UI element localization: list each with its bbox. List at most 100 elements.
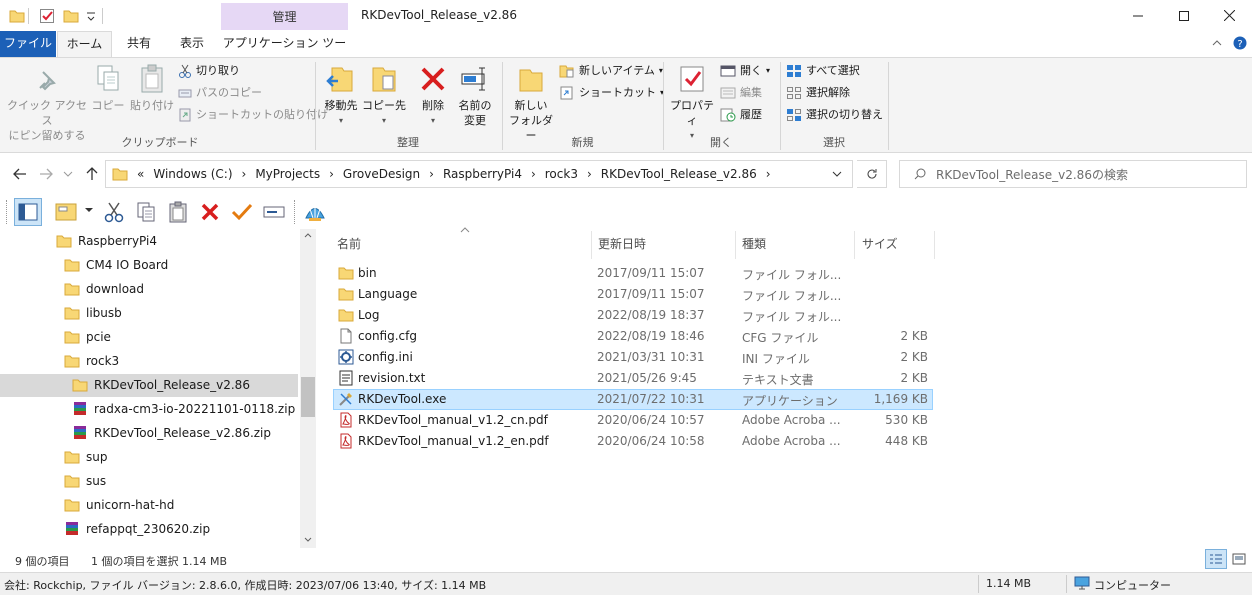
address-overflow[interactable]: « (137, 167, 144, 181)
open-button[interactable]: 開く ▾ (720, 61, 770, 81)
file-row-config-ini[interactable]: config.ini 2021/03/31 10:31 INI ファイル 2 K… (333, 347, 933, 368)
up-arrow-icon[interactable] (80, 158, 104, 190)
new-folder-icon[interactable] (63, 8, 79, 24)
tab-share[interactable]: 共有 (116, 31, 162, 57)
properties-icon[interactable] (39, 8, 55, 24)
tree-item-libusb[interactable]: libusb (64, 301, 122, 325)
address-bar[interactable]: « Windows (C:) › MyProjects › GroveDesig… (105, 160, 853, 188)
breadcrumb-raspberrypi4[interactable]: RaspberryPi4 (443, 167, 522, 181)
tree-item-sus[interactable]: sus (64, 469, 106, 493)
delete-button[interactable]: 削除 ▾ (414, 64, 452, 128)
select-none-button[interactable]: 選択解除 (786, 83, 850, 103)
tree-item-unicorn-hat-hd[interactable]: unicorn-hat-hd (64, 493, 174, 517)
tree-item-radxa-zip[interactable]: radxa-cm3-io-20221101-0118.zip (72, 397, 295, 421)
breadcrumb-rock3[interactable]: rock3 (545, 167, 578, 181)
column-header-date[interactable]: 更新日時 (598, 235, 646, 252)
forward-arrow-icon[interactable] (34, 158, 58, 190)
column-header-name[interactable]: 名前 (337, 235, 361, 252)
breadcrumb-myprojects[interactable]: MyProjects (255, 167, 320, 181)
navigation-pane-toggle-icon[interactable] (14, 198, 42, 226)
breadcrumb-separator-icon[interactable]: › (242, 167, 247, 181)
tree-item-pcie[interactable]: pcie (64, 325, 111, 349)
tab-view[interactable]: 表示 (167, 31, 217, 57)
breadcrumb-windows-c[interactable]: Windows (C:) (153, 167, 232, 181)
breadcrumb-current-folder[interactable]: RKDevTool_Release_v2.86 (601, 167, 757, 181)
tree-item-raspberrypi4[interactable]: RaspberryPi4 (56, 229, 157, 253)
paste-button[interactable]: 貼り付け (128, 64, 176, 113)
file-type: ファイル フォル... (742, 310, 842, 324)
history-button[interactable]: 履歴 (720, 105, 762, 125)
checkmark-icon[interactable] (228, 198, 256, 226)
address-history-chevron-icon[interactable] (832, 170, 842, 178)
shell-icon[interactable] (301, 198, 329, 226)
column-header-size[interactable]: サイズ (862, 235, 898, 252)
file-row-bin[interactable]: bin 2017/09/11 15:07 ファイル フォル... (333, 263, 933, 284)
rename-button[interactable]: 名前の 変更 (454, 64, 496, 128)
tab-home[interactable]: ホーム (57, 31, 112, 58)
tree-item-refappqt-zip[interactable]: refappqt_230620.zip (64, 517, 210, 541)
scroll-down-icon[interactable] (304, 537, 312, 543)
cut-button[interactable]: 切り取り (178, 61, 240, 81)
help-icon[interactable]: ? (1233, 36, 1247, 50)
tree-item-rkdevtool-zip[interactable]: RKDevTool_Release_v2.86.zip (72, 421, 271, 445)
layout-icon[interactable] (52, 198, 80, 226)
copy-icon[interactable] (132, 198, 160, 226)
copy-button[interactable]: コピー (90, 64, 126, 113)
rename-field-icon[interactable] (260, 198, 288, 226)
copy-to-button[interactable]: コピー先 ▾ (362, 64, 406, 128)
file-row-config-cfg[interactable]: config.cfg 2022/08/19 18:46 CFG ファイル 2 K… (333, 326, 933, 347)
tree-item-cm4-io-board[interactable]: CM4 IO Board (64, 253, 168, 277)
breadcrumb-separator-icon[interactable]: › (329, 167, 334, 181)
file-row-revision-txt[interactable]: revision.txt 2021/05/26 9:45 テキスト文書 2 KB (333, 368, 933, 389)
recent-locations-chevron-icon[interactable] (56, 158, 80, 190)
file-row-language[interactable]: Language 2017/09/11 15:07 ファイル フォル... (333, 284, 933, 305)
file-row-manual-en-pdf[interactable]: RKDevTool_manual_v1.2_en.pdf 2020/06/24 … (333, 431, 933, 452)
customize-qat-chevron-icon[interactable] (86, 10, 96, 22)
paste-icon[interactable] (164, 198, 192, 226)
pin-to-quick-access-button[interactable]: クイック アクセス にピン留めする (4, 68, 90, 143)
tab-file[interactable]: ファイル (0, 31, 56, 57)
properties-button[interactable]: プロパティ ▾ (667, 64, 717, 143)
move-to-button[interactable]: 移動先 ▾ (320, 64, 362, 128)
refresh-button[interactable] (857, 160, 887, 188)
breadcrumb-grovedesign[interactable]: GroveDesign (343, 167, 420, 181)
ribbon-collapse-icon[interactable] (1210, 36, 1224, 50)
column-header-type[interactable]: 種類 (742, 235, 766, 252)
shortcut-button[interactable]: ショートカット ▾ (559, 83, 664, 103)
delete-x-icon[interactable] (196, 198, 224, 226)
minimize-button[interactable] (1115, 0, 1161, 31)
paste-shortcut-button[interactable]: ショートカットの貼り付け (178, 105, 328, 125)
tree-item-rock3[interactable]: rock3 (64, 349, 119, 373)
breadcrumb-separator-icon[interactable]: › (587, 167, 592, 181)
tree-item-rkdevtool-release[interactable]: RKDevTool_Release_v2.86 (72, 373, 250, 397)
file-row-manual-cn-pdf[interactable]: RKDevTool_manual_v1.2_cn.pdf 2020/06/24 … (333, 410, 933, 431)
close-button[interactable] (1206, 0, 1252, 31)
copy-path-button[interactable]: パスのコピー (178, 83, 262, 103)
tree-item-sup[interactable]: sup (64, 445, 107, 469)
back-arrow-icon[interactable] (8, 158, 32, 190)
shortcut-icon (559, 86, 575, 100)
cut-scissors-icon[interactable] (100, 198, 128, 226)
file-row-log[interactable]: Log 2022/08/19 18:37 ファイル フォル... (333, 305, 933, 326)
breadcrumb-separator-icon[interactable]: › (766, 167, 771, 181)
layout-chevron-icon[interactable] (85, 206, 93, 214)
maximize-button[interactable] (1161, 0, 1207, 31)
scroll-up-icon[interactable] (304, 232, 312, 238)
scrollbar-thumb[interactable] (301, 377, 315, 417)
breadcrumb-separator-icon[interactable]: › (531, 167, 536, 181)
file-row-rkdevtool-exe[interactable]: RKDevTool.exe 2021/07/22 10:31 アプリケーション … (333, 389, 933, 410)
breadcrumb-separator-icon[interactable]: › (429, 167, 434, 181)
large-icons-view-icon[interactable] (1229, 549, 1249, 569)
tree-scrollbar[interactable] (300, 229, 316, 548)
select-all-button[interactable]: すべて選択 (786, 61, 860, 81)
edit-button[interactable]: 編集 (720, 83, 762, 103)
new-folder-button[interactable]: 新しい フォルダー (506, 64, 556, 143)
select-none-label: 選択解除 (806, 86, 850, 99)
invert-selection-button[interactable]: 選択の切り替え (786, 105, 883, 125)
search-input[interactable]: RKDevTool_Release_v2.86の検索 (899, 160, 1247, 188)
tab-application-tools[interactable]: アプリケーション ツール (221, 31, 348, 74)
tree-item-download[interactable]: download (64, 277, 144, 301)
new-item-button[interactable]: 新しいアイテム ▾ (559, 61, 663, 81)
tree-item-label: rock3 (86, 354, 120, 368)
details-view-icon[interactable] (1205, 549, 1227, 569)
